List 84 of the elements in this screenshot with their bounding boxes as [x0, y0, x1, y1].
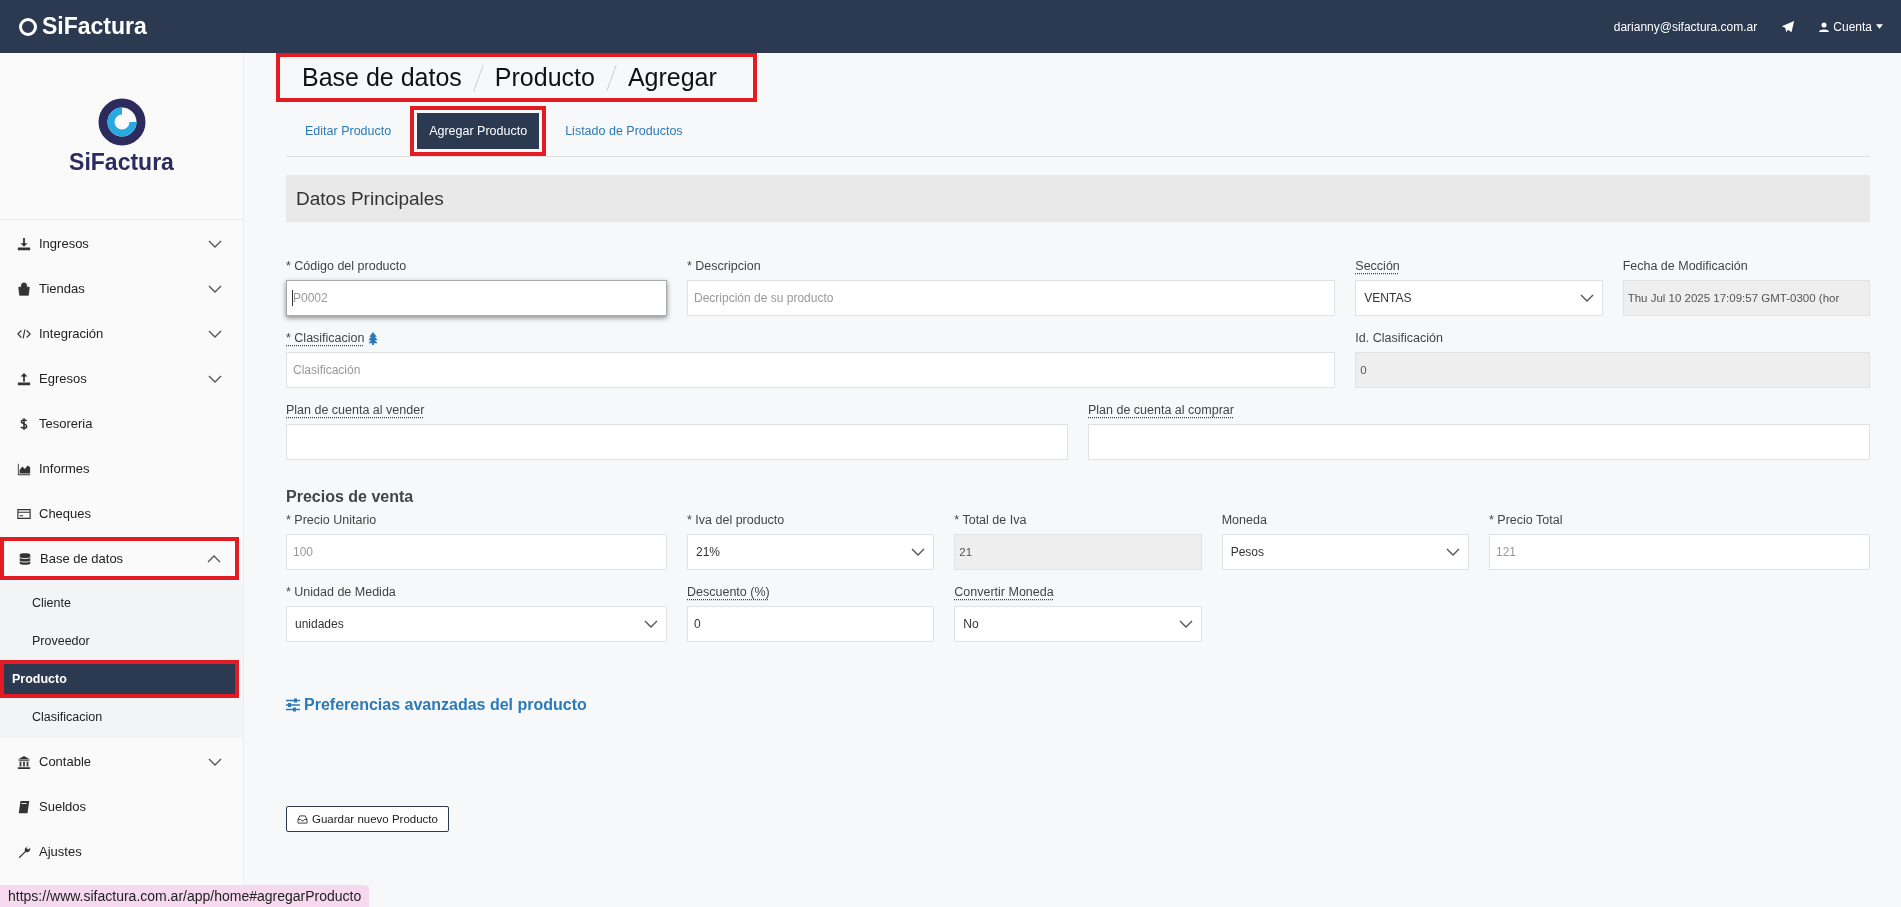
input-field[interactable]: 0: [687, 606, 935, 642]
field-label: * Clasificacion: [286, 331, 365, 345]
input-field[interactable]: P0002: [286, 280, 667, 316]
text-cursor: [292, 290, 293, 306]
field-label: * Precio Total: [1489, 513, 1563, 527]
chevron-up-icon: [207, 554, 221, 563]
chevron-down-icon: [1178, 620, 1193, 628]
field-label: Convertir Moneda: [954, 585, 1054, 599]
dropdown[interactable]: unidades: [286, 606, 667, 642]
section-header: Datos Principales: [286, 175, 1870, 222]
wrench-icon: [17, 844, 31, 859]
sidebar-item[interactable]: Tiendas: [0, 267, 239, 310]
submenu-item[interactable]: Clasificacion: [0, 698, 239, 736]
advanced-preferences-link[interactable]: Preferencias avanzadas del producto: [286, 696, 587, 714]
field-label: Plan de cuenta al comprar: [1088, 403, 1234, 417]
chevron-down-icon: [208, 239, 222, 248]
credit-card-icon: [17, 506, 31, 521]
chevron-down-icon: [208, 374, 222, 383]
dropdown[interactable]: No: [954, 606, 1202, 642]
sliders-icon: [286, 698, 300, 712]
save-button[interactable]: Guardar nuevo Producto: [286, 806, 449, 832]
upload-icon: [17, 371, 31, 386]
input-field[interactable]: Thu Jul 10 2025 17:09:57 GMT-0300 (hor: [1622, 280, 1870, 316]
field-label: * Unidad de Medida: [286, 585, 396, 599]
field-label: * Iva del producto: [687, 513, 785, 527]
area-chart-icon: [17, 461, 31, 476]
dropdown[interactable]: Pesos: [1221, 534, 1469, 570]
chevron-down-icon: [1446, 548, 1460, 556]
breadcrumb-item: Agregar: [627, 63, 717, 92]
logo-icon: [18, 16, 38, 37]
field-label: * Código del producto: [286, 259, 407, 273]
field-label: Descuento (%): [687, 585, 770, 599]
chevron-down-icon: [208, 329, 222, 338]
chevron-down-icon: [1579, 294, 1594, 302]
brand-name: SiFactura: [69, 148, 174, 176]
database-icon: [18, 551, 32, 566]
bank-icon: [17, 754, 31, 769]
breadcrumb-item[interactable]: Base de datos: [302, 63, 462, 92]
submenu-item[interactable]: Producto: [0, 660, 239, 698]
field-label: Fecha de Modificación: [1622, 259, 1748, 273]
caret-icon: [1876, 24, 1883, 29]
section-title: Precios de venta: [286, 488, 415, 506]
input-field[interactable]: 0: [1355, 352, 1870, 388]
sidebar-item[interactable]: Egresos: [0, 357, 239, 400]
account-menu[interactable]: Cuenta: [1819, 19, 1883, 34]
inbox-icon: [297, 814, 308, 824]
sidebar-item[interactable]: Sueldos: [0, 785, 239, 828]
tab[interactable]: Editar Producto: [293, 113, 404, 149]
user-icon: [1819, 21, 1830, 32]
chevron-down-icon: [644, 620, 658, 628]
field-label: Plan de cuenta al vender: [286, 403, 425, 417]
sidebar-item[interactable]: Base de datos: [0, 537, 239, 580]
chevron-down-icon: [911, 548, 926, 556]
field-label: Id. Clasificación: [1355, 331, 1443, 345]
status-url: https://www.sifactura.com.ar/app/home#agregarProducto: [0, 885, 370, 907]
sidebar-item[interactable]: Tesoreria: [0, 402, 239, 445]
sidebar-item[interactable]: Ingresos: [0, 222, 239, 265]
sidebar-item[interactable]: Integración: [0, 312, 239, 355]
field-label: * Precio Unitario: [286, 513, 377, 527]
dropdown[interactable]: VENTAS: [1355, 280, 1603, 316]
submenu-item[interactable]: Cliente: [0, 584, 239, 622]
field-label: Moneda: [1221, 513, 1267, 527]
tab[interactable]: Agregar Producto: [417, 113, 540, 149]
paper-plane-icon[interactable]: [1781, 19, 1796, 34]
submenu-item[interactable]: Proveedor: [0, 622, 239, 660]
sidebar-item[interactable]: Informes: [0, 447, 239, 490]
sidebar-item[interactable]: Contable: [0, 740, 239, 783]
breadcrumb-item[interactable]: Producto: [494, 63, 595, 92]
field-label: * Total de Iva: [954, 513, 1027, 527]
tab[interactable]: Listado de Productos: [553, 113, 695, 149]
dropdown[interactable]: 21%: [687, 534, 935, 570]
brand-name: SiFactura: [42, 13, 147, 40]
sidebar-item[interactable]: Ajustes: [0, 830, 239, 873]
chevron-down-icon: [208, 757, 222, 766]
download-icon: [17, 236, 31, 251]
user-email: darianny@sifactura.com.ar: [1613, 19, 1758, 34]
bag-icon: [17, 281, 31, 296]
logo-icon: [96, 96, 147, 147]
book-icon: [17, 799, 31, 814]
field-label: * Descripcion: [687, 259, 761, 273]
field-label: Sección: [1355, 259, 1400, 273]
chevron-down-icon: [208, 284, 222, 293]
sidebar-item[interactable]: Cheques: [0, 492, 239, 535]
input-field[interactable]: 21: [954, 534, 1202, 570]
